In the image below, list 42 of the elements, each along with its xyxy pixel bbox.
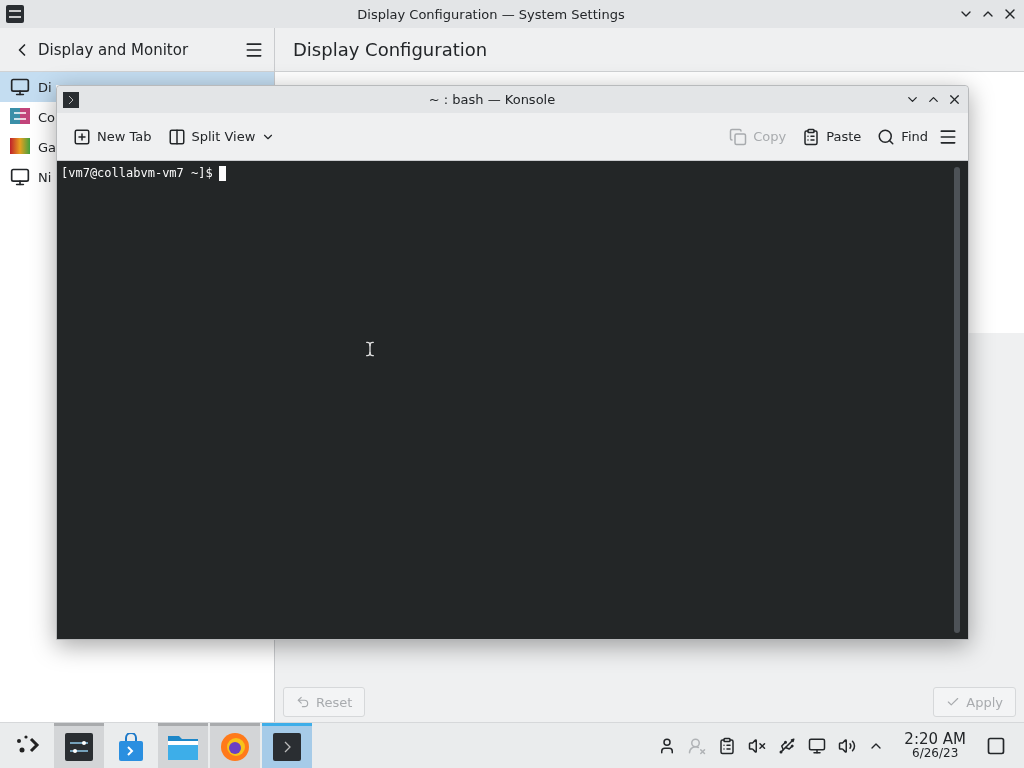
app-icon — [6, 5, 24, 23]
check-icon — [946, 695, 961, 709]
scrollbar[interactable] — [954, 167, 960, 633]
bag-icon — [118, 733, 144, 761]
new-tab-button[interactable]: New Tab — [67, 120, 158, 153]
taskbar-app[interactable] — [262, 723, 312, 768]
show-desktop-icon[interactable] — [986, 735, 1006, 756]
sidebar-title: Display and Monitor — [38, 40, 190, 59]
window-title: Display Configuration — System Settings — [356, 6, 626, 22]
muted-icon[interactable] — [748, 736, 767, 755]
sliders-icon — [65, 733, 93, 761]
sliders-icon — [10, 108, 30, 126]
new-tab-icon — [73, 127, 91, 146]
browser-icon — [220, 732, 250, 762]
usb-icon[interactable] — [778, 736, 797, 755]
close-icon[interactable] — [947, 92, 962, 107]
monitor-icon — [10, 167, 30, 187]
monitor-icon — [10, 77, 30, 97]
gradient-icon — [10, 138, 30, 156]
sidebar-item[interactable]: Co — [0, 102, 56, 132]
split-view-button[interactable]: Split View — [161, 120, 282, 153]
find-button[interactable]: Find — [871, 120, 934, 153]
clock[interactable]: 2:20 AM 6/26/23 — [904, 732, 966, 759]
undo-icon — [296, 695, 310, 709]
speaker-icon[interactable] — [838, 736, 857, 755]
clipboard-icon[interactable] — [718, 736, 737, 755]
paste-button[interactable]: Paste — [796, 120, 868, 153]
taskbar-app[interactable] — [54, 723, 104, 768]
columns-icon — [167, 127, 186, 146]
sidebar-item[interactable]: Ga — [0, 132, 56, 162]
clipboard-icon — [802, 127, 821, 146]
window-title: ~ : bash — Konsole — [427, 92, 557, 107]
terminal-icon — [63, 91, 79, 108]
text-caret — [218, 166, 226, 181]
copy-icon — [729, 127, 748, 146]
terminal-icon — [273, 733, 301, 761]
terminal-prompt: [vm7@collabvm-vm7 ~]$ — [61, 166, 213, 180]
search-icon — [877, 127, 896, 146]
taskbar-app[interactable] — [210, 723, 260, 768]
sidebar-item[interactable]: Ni — [0, 162, 56, 192]
sidebar-item[interactable]: Di — [0, 72, 56, 102]
folder-icon — [168, 734, 198, 760]
